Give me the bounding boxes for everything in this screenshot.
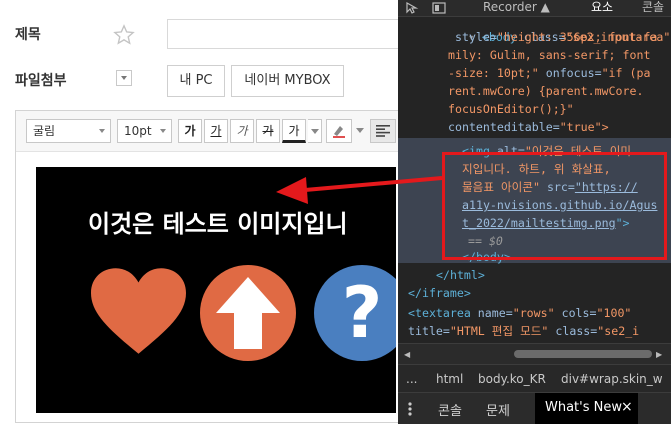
up-arrow-icon (200, 265, 296, 361)
my-pc-button[interactable]: 내 PC (167, 65, 225, 97)
code-line[interactable]: -size: 10pt;" onfocus="if (pa (448, 64, 650, 82)
code-line[interactable]: focusOnEditor();}" (448, 100, 574, 118)
underline-button[interactable]: 가 (204, 119, 228, 143)
close-icon[interactable]: × (621, 399, 633, 415)
subject-input[interactable] (167, 19, 407, 49)
image-text: 이것은 테스트 이미지입니 (88, 210, 348, 238)
breadcrumb-html[interactable]: html (436, 372, 463, 386)
highlight-dropdown[interactable] (354, 119, 366, 143)
scroll-right-icon[interactable]: ▶ (656, 350, 662, 359)
code-line[interactable]: rent.mwCore) {parent.mwCore. (448, 82, 643, 100)
drawer-tabbar: 콘솔 문제 What's New × (398, 392, 671, 424)
more-options-icon[interactable] (408, 402, 412, 416)
inspect-cursor-icon[interactable] (406, 2, 420, 14)
highlight-box (442, 152, 667, 260)
whats-new-label: What's New (545, 400, 622, 415)
attach-label: 파일첨부 (15, 73, 67, 89)
align-left-icon[interactable] (370, 119, 396, 143)
svg-text:?: ? (342, 272, 383, 354)
mail-compose-panel: 제목 파일첨부 내 PC 네이버 MYBOX 굴림 10pt 가 가 가 가 가 (0, 0, 410, 423)
italic-button[interactable]: 가 (230, 119, 254, 143)
code-line[interactable]: <textarea name="rows" cols="100" (408, 304, 631, 322)
font-color-dropdown[interactable] (308, 119, 322, 143)
code-line[interactable]: </html> (436, 266, 485, 284)
code-line[interactable]: style="height: 356px; font-fa (448, 28, 657, 46)
rich-text-editor[interactable]: 굴림 10pt 가 가 가 가 가 이것은 테스트 이미지입니 ? (15, 110, 410, 423)
tab-elements[interactable]: 요소 (591, 0, 613, 14)
attach-toggle-button[interactable] (116, 70, 132, 86)
code-line[interactable]: contenteditable="true"> (448, 118, 609, 136)
highlight-icon[interactable] (326, 119, 352, 143)
font-family-select[interactable]: 굴림 (26, 119, 111, 143)
editor-toolbar: 굴림 10pt 가 가 가 가 가 (16, 111, 409, 152)
star-icon[interactable] (113, 24, 135, 46)
heart-icon (91, 268, 186, 354)
question-mark-icon: ? (314, 265, 396, 361)
code-line[interactable]: title="HTML 편집 모드" class="se2_i (408, 322, 639, 340)
breadcrumb: ... html body.ko_KR div#wrap.skin_w (398, 364, 671, 393)
subject-label: 제목 (15, 27, 41, 43)
breadcrumb-more[interactable]: ... (406, 372, 417, 386)
inserted-image[interactable]: 이것은 테스트 이미지입니 ? (36, 167, 396, 413)
bold-button[interactable]: 가 (178, 119, 202, 143)
scrollbar-thumb[interactable] (514, 350, 652, 358)
drawer-tab-issues[interactable]: 문제 (486, 400, 510, 419)
tab-recorder[interactable]: Recorder ▲ (483, 0, 550, 14)
devtools-tabbar: Recorder ▲ 요소 콘솔 (398, 0, 671, 17)
elements-tree[interactable]: ▾ <body class="se2_inputarea" style="hei… (398, 16, 671, 343)
drawer-tab-console[interactable]: 콘솔 (438, 400, 462, 419)
breadcrumb-div[interactable]: div#wrap.skin_w (561, 372, 663, 386)
tab-console[interactable]: 콘솔 (642, 0, 664, 14)
devtools-panel: Recorder ▲ 요소 콘솔 ▾ <body class="se2_inpu… (398, 0, 671, 424)
drawer-tab-whats-new[interactable]: What's New × (535, 393, 638, 424)
font-size-select[interactable]: 10pt (117, 119, 172, 143)
mybox-button[interactable]: 네이버 MYBOX (231, 65, 344, 97)
code-line[interactable]: </iframe> (408, 284, 471, 302)
device-toolbar-icon[interactable] (432, 2, 446, 14)
breadcrumb-body[interactable]: body.ko_KR (478, 372, 546, 386)
strikethrough-button[interactable]: 가 (256, 119, 280, 143)
code-line[interactable]: mily: Gulim, sans-serif; font (448, 46, 650, 64)
font-color-button[interactable]: 가 (282, 119, 306, 143)
horizontal-scrollbar[interactable]: ◀ ▶ (398, 343, 671, 364)
scroll-left-icon[interactable]: ◀ (404, 350, 410, 359)
